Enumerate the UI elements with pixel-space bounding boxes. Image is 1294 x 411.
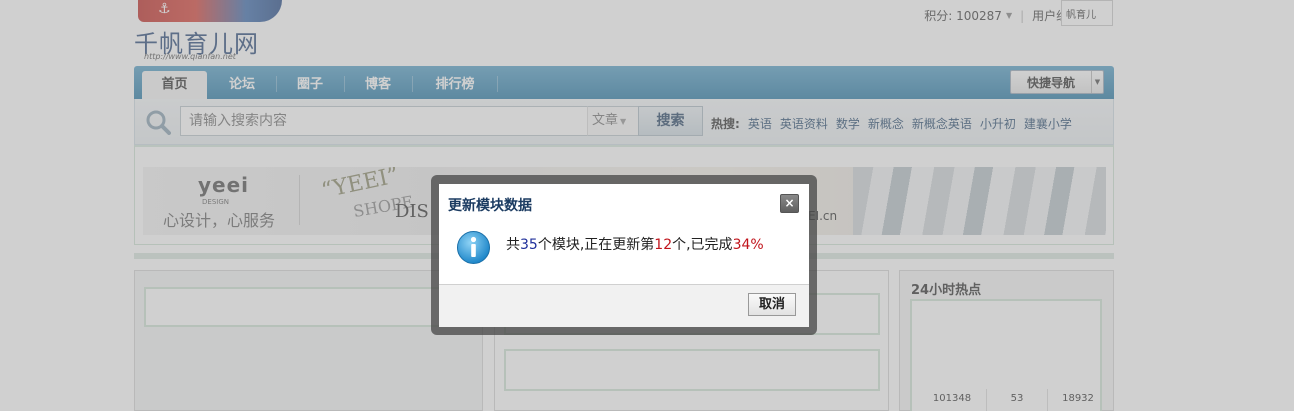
update-modules-dialog: 更新模块数据 × 共35个模块,正在更新第12个,已完成34% 取消	[439, 184, 809, 327]
cancel-button[interactable]: 取消	[748, 293, 796, 316]
msg-text: 个,已完成	[672, 237, 733, 253]
dialog-title: 更新模块数据	[448, 198, 532, 214]
msg-text: 个模块,正在更新第	[537, 237, 655, 253]
info-icon	[457, 231, 490, 264]
close-icon[interactable]: ×	[780, 194, 799, 213]
msg-text: 共	[506, 237, 520, 253]
dialog-footer: 取消	[439, 284, 809, 327]
current-module-number: 12	[654, 237, 673, 253]
dialog-message: 共35个模块,正在更新第12个,已完成34%	[506, 234, 764, 254]
percent-complete: 34%	[732, 237, 764, 253]
total-modules-count: 35	[520, 237, 538, 253]
